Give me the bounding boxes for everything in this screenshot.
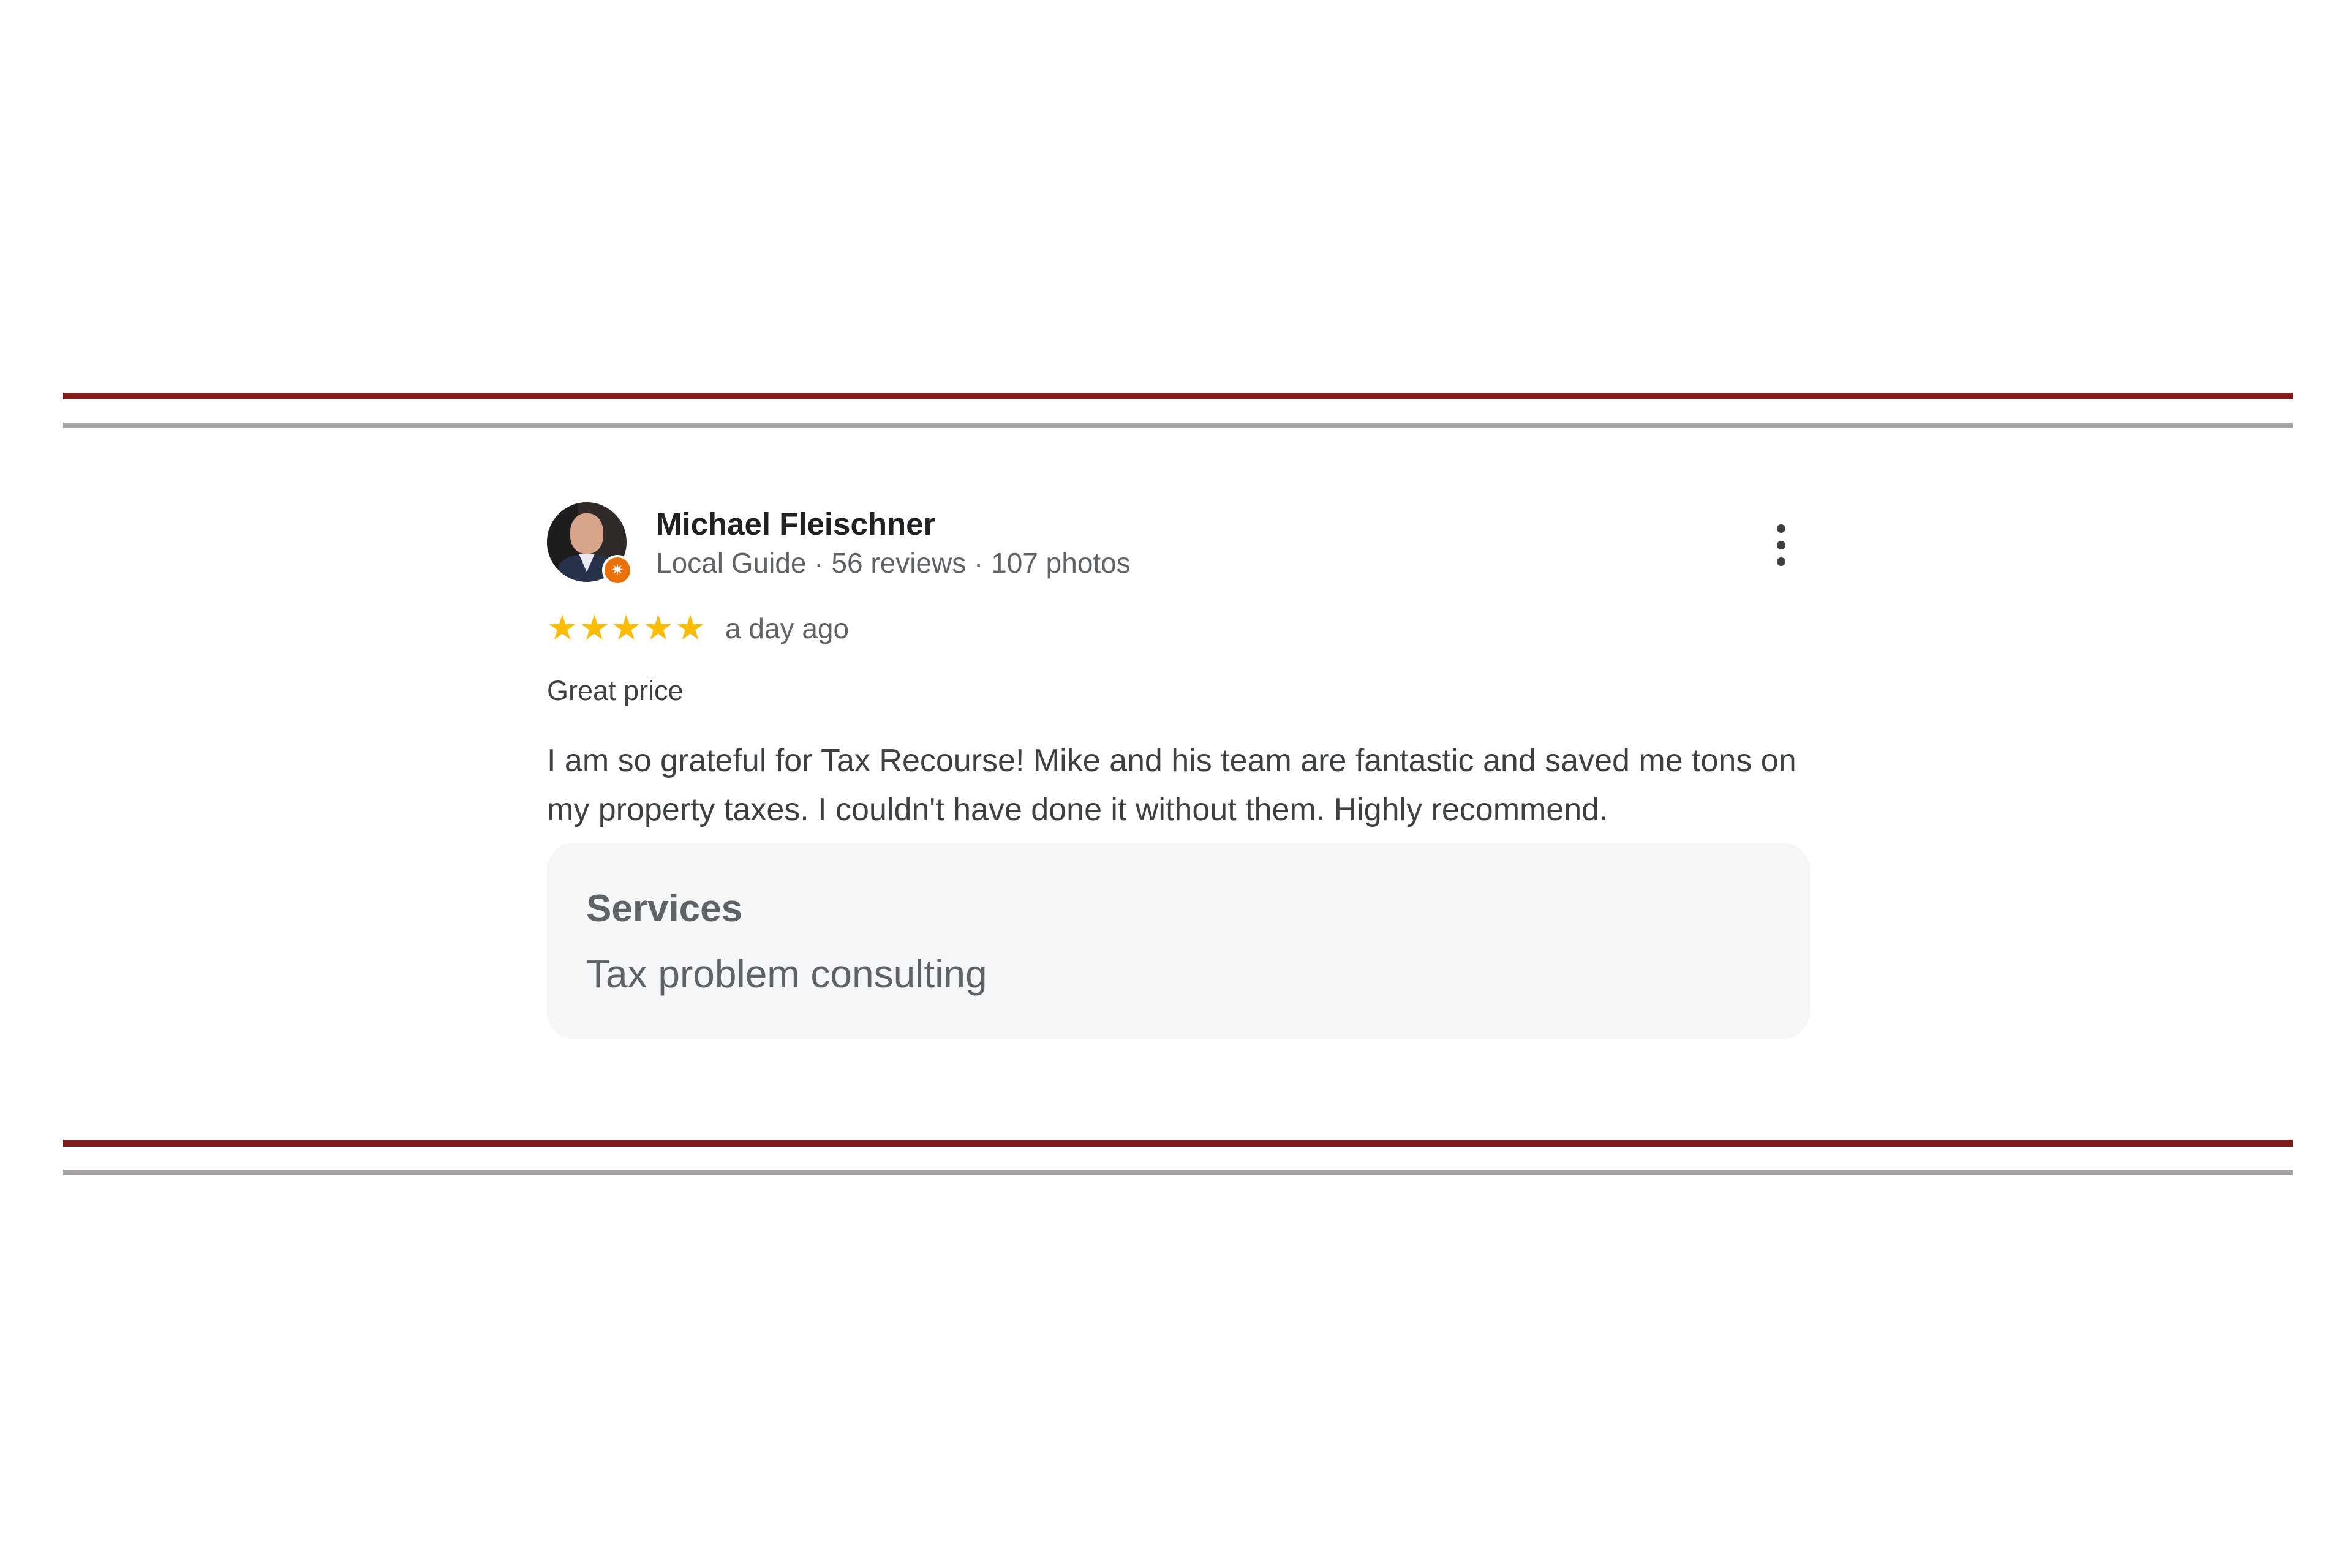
top-divider-primary xyxy=(63,393,2293,399)
review-card: ✷ Michael Fleischner Local Guide · 56 re… xyxy=(547,502,1810,1039)
star-icon: ★ xyxy=(674,608,706,648)
local-guide-icon: ✷ xyxy=(602,555,633,586)
review-title: Great price xyxy=(547,675,684,706)
more-vert-icon[interactable] xyxy=(1766,521,1796,570)
review-header: ✷ Michael Fleischner Local Guide · 56 re… xyxy=(547,502,1809,586)
services-value: Tax problem consulting xyxy=(586,952,987,996)
bottom-divider-primary xyxy=(63,1140,2293,1147)
star-icon: ★ xyxy=(643,608,674,648)
review-date: a day ago xyxy=(725,612,850,644)
services-label: Services xyxy=(586,888,743,930)
star-icon: ★ xyxy=(611,608,642,648)
services-box: Services Tax problem consulting xyxy=(547,843,1810,1039)
top-divider-secondary xyxy=(63,423,2293,428)
page: ✷ Michael Fleischner Local Guide · 56 re… xyxy=(0,0,2352,1568)
star-rating: ★ ★ ★ ★ ★ xyxy=(547,610,706,647)
review-text: I am so grateful for Tax Recourse! Mike … xyxy=(547,743,1796,827)
reviewer-meta: Local Guide · 56 reviews · 107 photos xyxy=(656,547,1131,579)
reviewer-name[interactable]: Michael Fleischner xyxy=(656,506,935,542)
rating-row: ★ ★ ★ ★ ★ a day ago xyxy=(547,610,1809,647)
star-icon: ★ xyxy=(579,608,610,648)
star-icon: ★ xyxy=(547,608,578,648)
bottom-divider-secondary xyxy=(63,1170,2293,1175)
